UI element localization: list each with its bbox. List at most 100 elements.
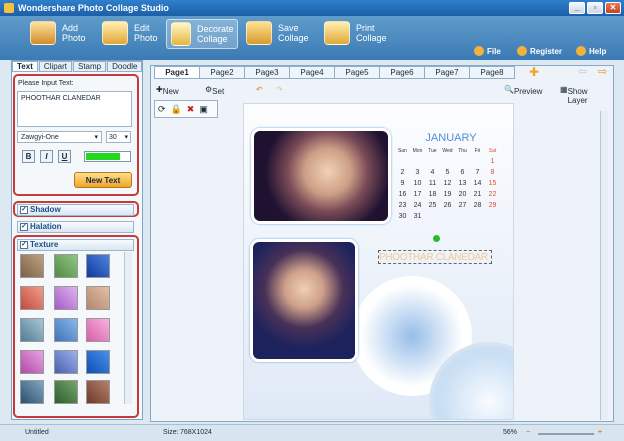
texture-section[interactable]: ✓ Texture: [17, 239, 134, 251]
canvas-vertical-scrollbar[interactable]: [600, 111, 608, 420]
print-collage-icon: [324, 21, 350, 45]
layer-tools: ⟳ 🔒 ✖ ▣: [154, 100, 218, 118]
texture-swatch[interactable]: [54, 254, 78, 278]
new-button[interactable]: ✚ New: [156, 85, 179, 96]
undo-icon[interactable]: ↶: [256, 85, 263, 94]
halation-section[interactable]: ✓ Halation: [17, 221, 134, 233]
texture-swatch[interactable]: [20, 380, 44, 404]
calendar-day: [440, 211, 455, 222]
tab-page2[interactable]: Page2: [199, 66, 245, 79]
rotate-icon[interactable]: ⟳: [158, 104, 166, 115]
bold-button[interactable]: B: [22, 150, 35, 163]
prev-page-arrow-icon[interactable]: ⇦: [578, 67, 587, 78]
edit-photo-button[interactable]: Edit Photo: [102, 21, 164, 45]
tab-text[interactable]: Text: [12, 61, 38, 72]
preview-label: Preview: [513, 87, 543, 96]
underline-button[interactable]: U: [58, 150, 71, 163]
texture-swatch[interactable]: [86, 254, 110, 278]
show-layer-button[interactable]: ▦ Show Layer: [560, 85, 588, 105]
tab-page1[interactable]: Page1: [154, 66, 200, 79]
add-page-icon[interactable]: ✚: [529, 66, 539, 78]
calendar-weekday: Tue: [428, 148, 437, 154]
shadow-section[interactable]: ✓ Shadow: [17, 204, 134, 216]
font-select[interactable]: Zawgyi-One ▾: [17, 131, 102, 143]
shadow-label: Shadow: [30, 205, 61, 214]
calendar-day: 26: [443, 202, 452, 209]
new-text-button[interactable]: New Text: [74, 172, 132, 188]
calendar-day: [440, 156, 455, 167]
texture-swatch[interactable]: [54, 380, 78, 404]
tab-page5[interactable]: Page5: [334, 66, 380, 79]
tab-clipart[interactable]: Clipart: [38, 61, 72, 72]
font-size-select[interactable]: 30 ▾: [106, 131, 131, 143]
tab-stamp[interactable]: Stamp: [72, 61, 107, 72]
calendar-day: 18: [428, 191, 437, 198]
calendar-weekday: Mon: [412, 148, 423, 154]
font-chevron-down-icon: ▾: [94, 134, 98, 141]
file-menu[interactable]: File: [474, 46, 501, 56]
tab-page3[interactable]: Page3: [244, 66, 290, 79]
lock-icon[interactable]: 🔒: [171, 104, 182, 115]
texture-swatch[interactable]: [86, 318, 110, 342]
crop-icon[interactable]: ▣: [199, 104, 208, 115]
text-color-swatch: [86, 153, 120, 160]
texture-checkbox[interactable]: ✓: [20, 241, 28, 249]
restore-button[interactable]: ▫: [587, 2, 603, 14]
preview-button[interactable]: 🔍 Preview: [504, 85, 542, 96]
texture-swatch[interactable]: [86, 350, 110, 374]
texture-swatch[interactable]: [54, 318, 78, 342]
calendar-day: [470, 211, 485, 222]
texture-swatch[interactable]: [20, 318, 44, 342]
calendar-day: [425, 211, 440, 222]
set-button[interactable]: ⚙ Set: [205, 85, 224, 96]
tab-page7[interactable]: Page7: [424, 66, 470, 79]
photo-frame-2[interactable]: [250, 239, 358, 362]
calendar-day: [455, 211, 470, 222]
add-photo-button[interactable]: Add Photo: [30, 21, 94, 45]
texture-swatch[interactable]: [20, 286, 44, 310]
text-color-picker[interactable]: [84, 151, 131, 162]
tab-page6[interactable]: Page6: [379, 66, 425, 79]
italic-button[interactable]: I: [40, 150, 53, 163]
zoom-out-button[interactable]: −: [526, 429, 530, 436]
rotate-handle-icon[interactable]: [433, 235, 440, 242]
calendar-weekday: Wed: [442, 148, 453, 154]
edit-photo-label: Edit Photo: [134, 23, 158, 43]
texture-swatch[interactable]: [54, 350, 78, 374]
save-collage-button[interactable]: Save Collage: [246, 21, 312, 45]
texture-swatch[interactable]: [86, 286, 110, 310]
print-collage-button[interactable]: Print Collage: [324, 21, 390, 45]
close-button[interactable]: ✕: [605, 2, 621, 14]
calendar-day: 4: [430, 169, 435, 176]
texture-scrollbar[interactable]: [124, 252, 132, 404]
zoom-slider[interactable]: [538, 433, 594, 435]
tab-doodle[interactable]: Doodle: [107, 61, 143, 72]
register-menu[interactable]: Register: [517, 46, 562, 56]
texture-swatch[interactable]: [54, 286, 78, 310]
canvas-text-box[interactable]: PHOOTHAR CLANEDAR: [378, 250, 492, 264]
app-title: Wondershare Photo Collage Studio: [18, 3, 169, 13]
minimize-button[interactable]: _: [569, 2, 585, 14]
shadow-checkbox[interactable]: ✓: [20, 206, 28, 214]
texture-swatch[interactable]: [86, 380, 110, 404]
text-input[interactable]: PHOOTHAR CLANEDAR: [17, 91, 132, 127]
calendar-day: [425, 156, 440, 167]
next-page-arrow-icon[interactable]: ⇨: [598, 67, 607, 78]
zoom-in-button[interactable]: +: [598, 429, 602, 436]
photo-frame-1[interactable]: [251, 128, 391, 224]
decorate-collage-button[interactable]: Decorate Collage: [166, 19, 238, 49]
calendar-weekday: Sun: [398, 148, 407, 154]
texture-swatch[interactable]: [20, 254, 44, 278]
halation-checkbox[interactable]: ✓: [20, 223, 28, 231]
texture-swatch[interactable]: [20, 350, 44, 374]
calendar-week-row: 1: [395, 156, 507, 167]
calendar-day: 28: [473, 202, 482, 209]
tab-page8[interactable]: Page8: [469, 66, 515, 79]
redo-icon[interactable]: ↷: [276, 85, 283, 94]
print-collage-label: Print Collage: [356, 23, 387, 43]
help-menu[interactable]: Help: [576, 46, 606, 56]
calendar-week-row: 30 31: [395, 211, 507, 222]
tab-page4[interactable]: Page4: [289, 66, 335, 79]
calendar-month: JANUARY: [425, 132, 477, 144]
delete-icon[interactable]: ✖: [187, 104, 195, 115]
